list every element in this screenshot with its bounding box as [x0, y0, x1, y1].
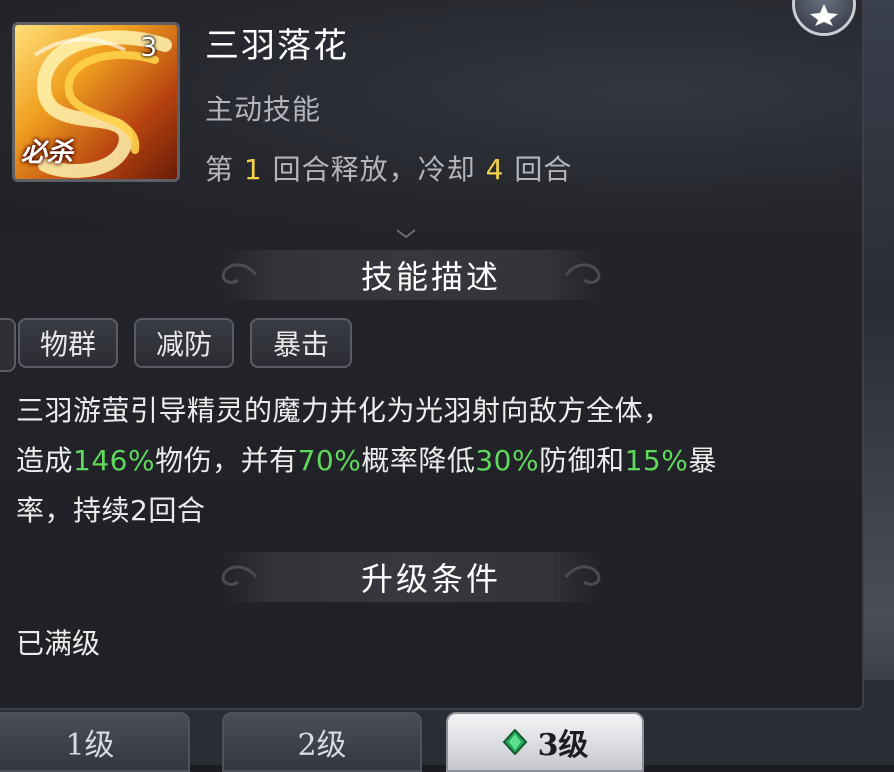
level-tabs: 1级 2级 3级 [0, 712, 894, 772]
desc-line-2: 造成146%物伤，并有70%概率降低30%防御和15%暴 [16, 436, 836, 486]
tag-defense-down: 减防 [134, 318, 234, 368]
skill-description: 三羽游萤引导精灵的魔力并化为光羽射向敌方全体， 造成146%物伤，并有70%概率… [16, 386, 836, 536]
skill-type: 主动技能 [205, 93, 322, 126]
ultimate-label: 必杀 [21, 138, 74, 168]
cooldown-suffix: 回合 [514, 153, 573, 186]
tab-label: 1级 [65, 728, 115, 763]
defense-reduction-value: 30% [475, 444, 540, 477]
tag-edge [0, 318, 16, 372]
ornament-right-icon [564, 565, 601, 586]
skill-name: 三羽落花 [205, 26, 349, 66]
desc-line-1: 三羽游萤引导精灵的魔力并化为光羽射向敌方全体， [16, 394, 672, 427]
upgrade-header: 升级条件 [0, 546, 862, 608]
cooldown-rounds: 4 [485, 153, 505, 186]
desc-text: 概率降低 [361, 444, 476, 477]
desc-text: 防御和 [539, 444, 625, 477]
gem-icon [502, 729, 527, 755]
ornament-right-icon [564, 263, 601, 284]
ornament-left-icon [221, 565, 258, 586]
desc-text: 造成 [16, 444, 74, 477]
ornament-left-icon [221, 263, 258, 284]
skill-cooldown: 第 1 回合释放，冷却 4 回合 [205, 148, 572, 188]
cooldown-prefix: 第 [205, 153, 235, 186]
tag-physical-group: 物群 [18, 318, 118, 368]
tab-level-2[interactable]: 2级 [222, 712, 422, 772]
damage-value: 146% [73, 444, 156, 477]
tag-critical: 暴击 [250, 318, 352, 368]
tab-level-1[interactable]: 1级 [0, 712, 190, 772]
skill-level-badge: 3 [140, 33, 157, 63]
desc-line-3: 率，持续2回合 [16, 494, 206, 527]
skill-detail-panel: 3 必杀 三羽落花 主动技能 第 1 回合释放，冷却 4 回合 技能描述 物群 … [0, 0, 864, 710]
chance-value: 70% [297, 444, 362, 477]
desc-text: 物伤，并有 [155, 444, 298, 477]
tab-level-3[interactable]: 3级 [446, 712, 644, 772]
release-round: 1 [243, 153, 263, 186]
upgrade-status: 已满级 [16, 627, 101, 660]
divider-chevron-icon [395, 228, 417, 240]
desc-text: 暴 [688, 444, 717, 477]
cooldown-middle: 回合释放，冷却 [272, 153, 476, 186]
skill-icon: 3 必杀 [12, 22, 180, 182]
upgrade-title: 升级条件 [360, 560, 501, 598]
star-icon [810, 4, 838, 26]
description-header: 技能描述 [0, 244, 862, 306]
description-title: 技能描述 [360, 258, 501, 296]
tab-label: 3级 [537, 728, 589, 763]
crit-reduction-value: 15% [624, 444, 689, 477]
tab-label: 2级 [297, 728, 347, 763]
